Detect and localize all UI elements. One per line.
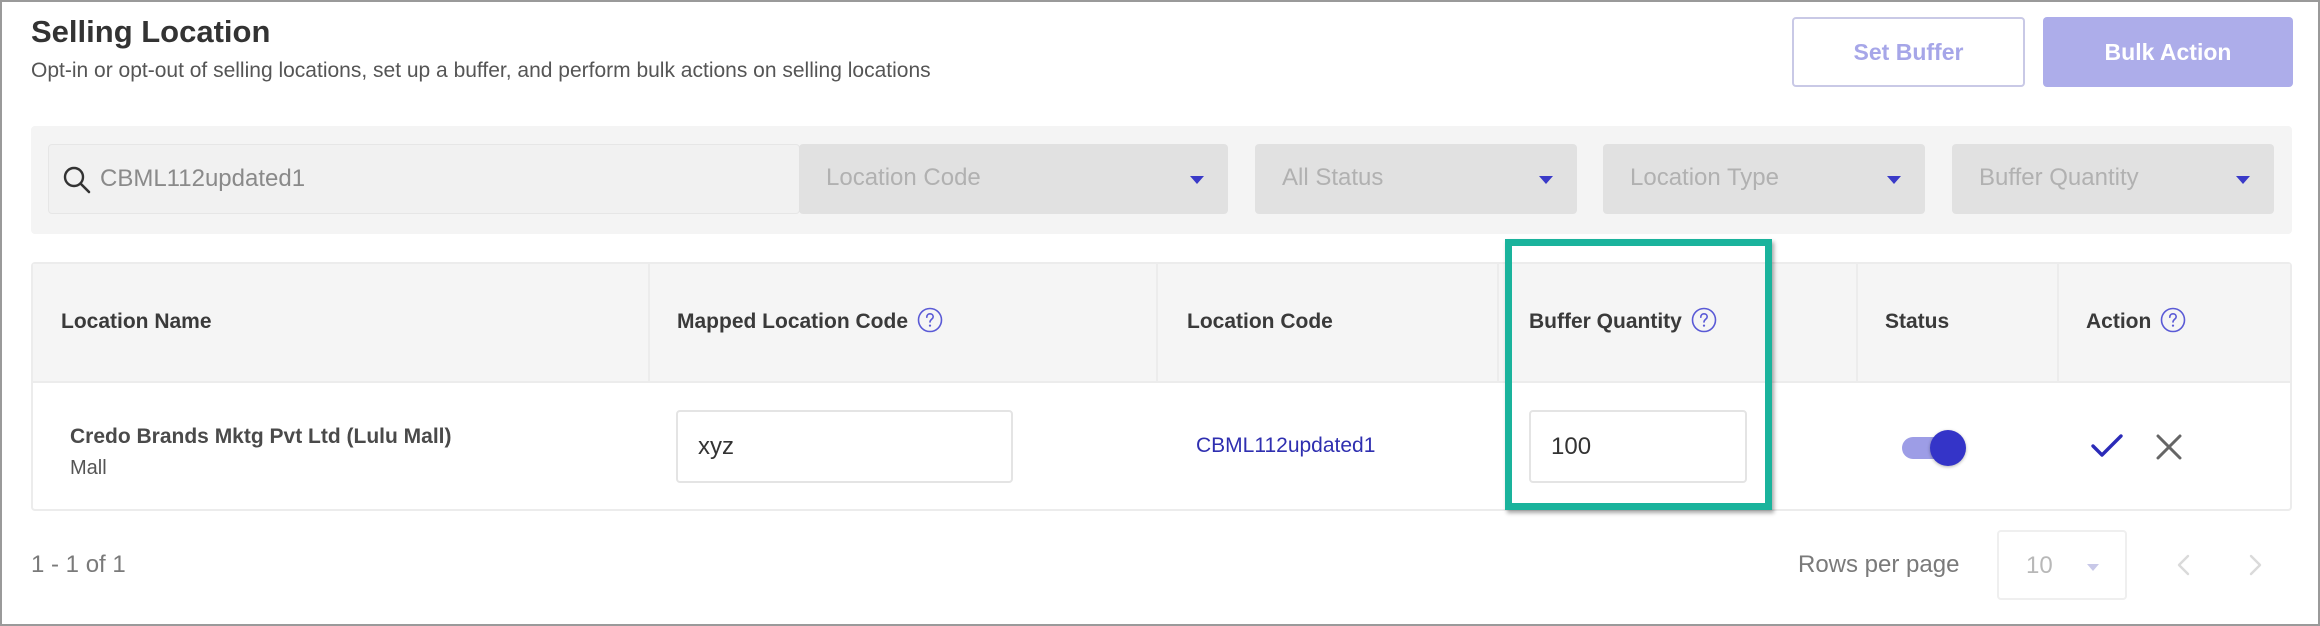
location-type-filter[interactable]: Location Type: [1603, 144, 1925, 214]
column-header-label: Action: [2086, 310, 2152, 333]
status-toggle[interactable]: [1900, 430, 1966, 466]
column-divider: [1856, 264, 1858, 383]
column-header-label: Location Name: [61, 310, 212, 333]
rows-per-page-value: 10: [2026, 552, 2053, 579]
location-name: Credo Brands Mktg Pvt Ltd (Lulu Mall): [70, 425, 452, 448]
help-circle-icon[interactable]: [917, 307, 943, 333]
status-filter[interactable]: All Status: [1255, 144, 1577, 214]
column-header-label: Mapped Location Code: [677, 310, 908, 333]
check-icon[interactable]: [2090, 431, 2124, 461]
toggle-knob: [1930, 430, 1966, 466]
column-header-label: Buffer Quantity: [1529, 310, 1682, 333]
location-code-link[interactable]: CBML112updated1: [1196, 434, 1375, 458]
pagination-range: 1 - 1 of 1: [31, 551, 126, 578]
chevron-down-icon: [1539, 176, 1553, 184]
buffer-quantity-filter[interactable]: Buffer Quantity: [1952, 144, 2274, 214]
rows-per-page-select[interactable]: 10: [1997, 530, 2127, 600]
close-icon[interactable]: [2154, 432, 2184, 462]
location-code-filter[interactable]: Location Code: [799, 144, 1228, 214]
column-divider: [1156, 264, 1158, 383]
rows-per-page-label: Rows per page: [1798, 551, 1960, 578]
column-header-location-name: Location Name: [61, 310, 212, 334]
chevron-down-icon: [1887, 176, 1901, 184]
search-input[interactable]: [100, 152, 790, 206]
column-divider: [1497, 264, 1499, 383]
buffer-quantity-input[interactable]: [1529, 410, 1747, 483]
help-circle-icon[interactable]: [2160, 307, 2186, 333]
chevron-right-icon[interactable]: [2245, 552, 2265, 578]
search-icon: [63, 166, 91, 194]
column-divider: [2057, 264, 2059, 383]
column-header-status: Status: [1885, 310, 1949, 334]
page-title: Selling Location: [31, 14, 271, 49]
status-filter-label: All Status: [1282, 164, 1384, 191]
column-header-label: Location Code: [1187, 310, 1333, 333]
mapped-location-code-input[interactable]: [676, 410, 1013, 483]
location-type-filter-label: Location Type: [1630, 164, 1780, 191]
table-header: [33, 264, 2290, 383]
column-divider: [648, 264, 650, 383]
chevron-down-icon: [2236, 176, 2250, 184]
location-type: Mall: [70, 457, 107, 479]
column-header-buffer-quantity: Buffer Quantity: [1529, 307, 1717, 334]
page-subtitle: Opt-in or opt-out of selling locations, …: [31, 59, 931, 82]
help-circle-icon[interactable]: [1691, 307, 1717, 333]
column-header-mapped-location-code: Mapped Location Code: [677, 307, 943, 334]
column-header-location-code: Location Code: [1187, 310, 1333, 334]
column-header-action: Action: [2086, 307, 2186, 334]
chevron-down-icon: [1190, 176, 1204, 184]
buffer-quantity-filter-label: Buffer Quantity: [1979, 164, 2139, 191]
location-code-filter-label: Location Code: [826, 164, 981, 191]
app-frame: Selling Location Opt-in or opt-out of se…: [0, 0, 2320, 626]
chevron-left-icon[interactable]: [2174, 552, 2194, 578]
set-buffer-button[interactable]: Set Buffer: [1792, 17, 2025, 87]
chevron-down-icon: [2087, 564, 2099, 571]
bulk-action-button[interactable]: Bulk Action: [2043, 17, 2293, 87]
column-header-label: Status: [1885, 310, 1950, 333]
